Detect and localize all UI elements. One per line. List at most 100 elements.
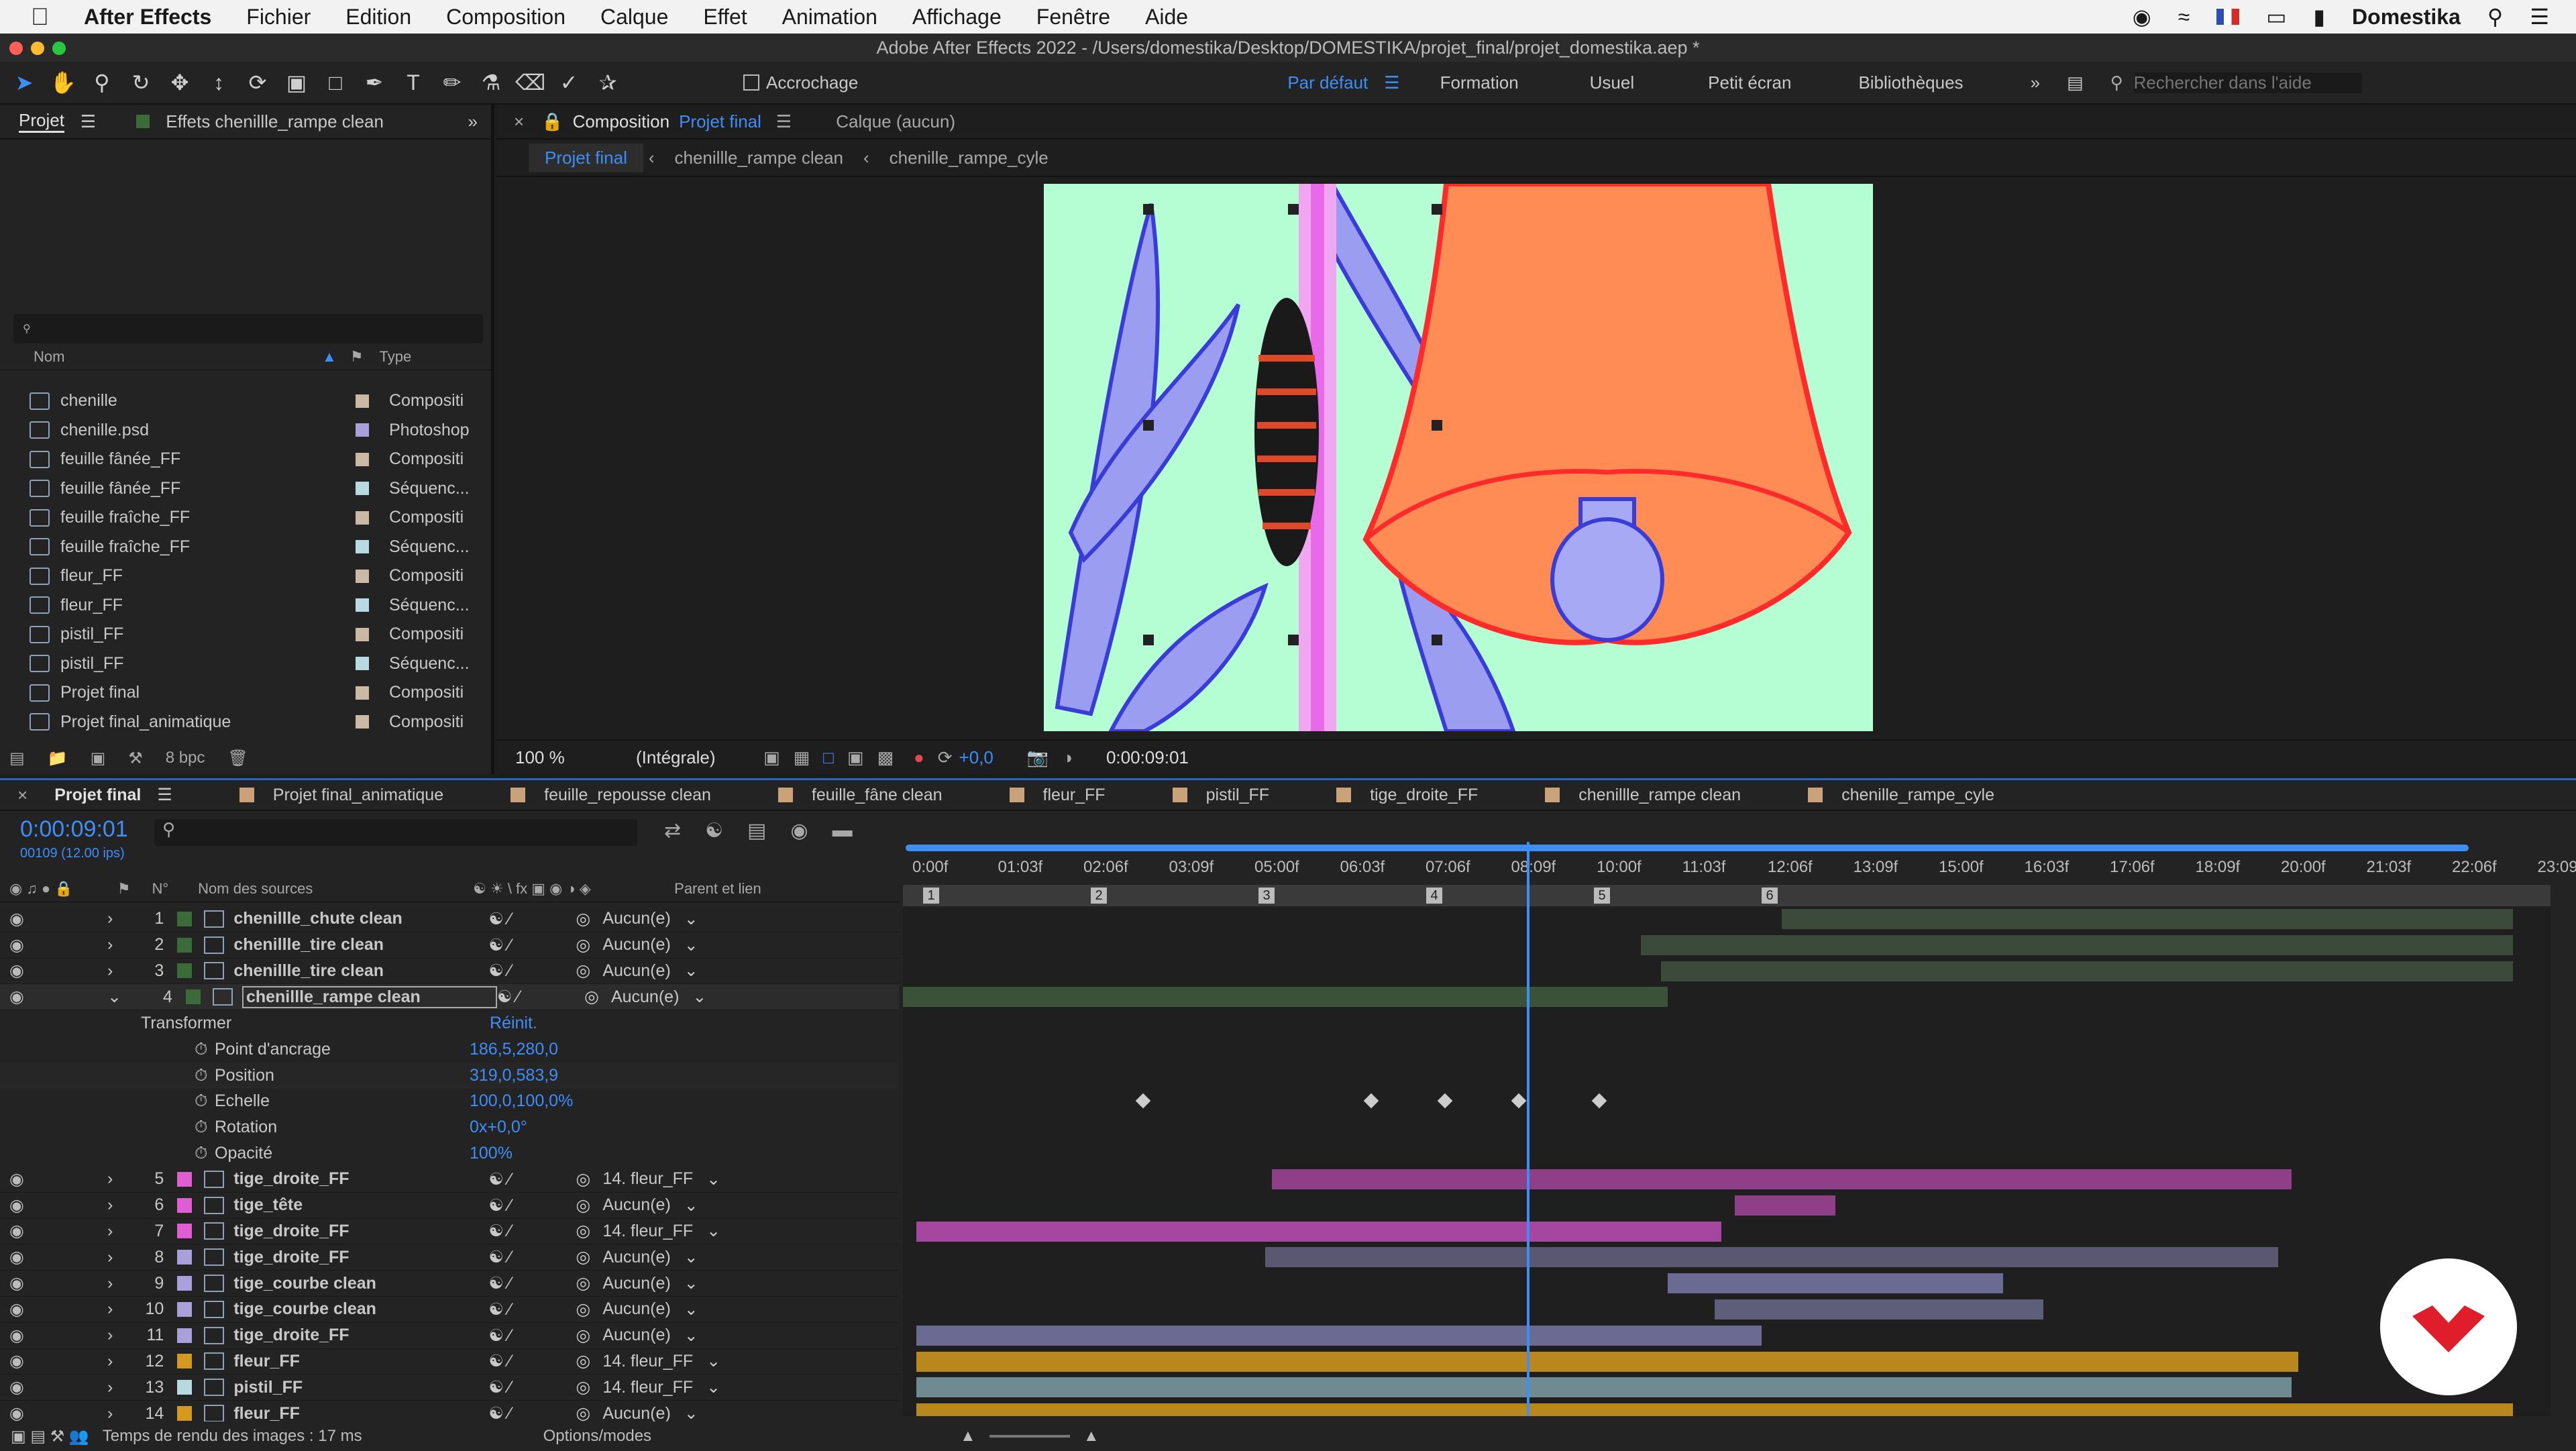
- col-number[interactable]: N°: [152, 880, 168, 898]
- chevron-down-icon[interactable]: ⌄: [684, 1326, 698, 1346]
- timeline-tab[interactable]: Projet final☰: [54, 785, 172, 805]
- property-value[interactable]: 319,0,583,9: [470, 1066, 558, 1085]
- layer-name[interactable]: tige_droite_FF: [233, 1169, 488, 1189]
- layer-duration-bar[interactable]: [916, 1326, 1762, 1346]
- layer-switches[interactable]: ☯ ⁄: [488, 1169, 576, 1189]
- label-swatch[interactable]: [356, 570, 369, 583]
- orbit-camera-tool-icon[interactable]: ↻: [126, 68, 156, 97]
- keyframe-diamond[interactable]: [1364, 1093, 1379, 1108]
- label-swatch[interactable]: [356, 453, 369, 466]
- reset-transform[interactable]: Réinit.: [490, 1014, 537, 1033]
- label-swatch[interactable]: [356, 715, 369, 729]
- layer-row[interactable]: ◉›1chenillle_chute clean☯ ⁄◎Aucun(e)⌄: [0, 906, 899, 932]
- work-area-bar[interactable]: [903, 842, 2551, 851]
- lock-icon[interactable]: 🔒: [541, 111, 563, 132]
- layer-row[interactable]: ◉›5tige_droite_FF☯ ⁄◎14. fleur_FF⌄: [0, 1167, 899, 1193]
- layer-name[interactable]: tige_courbe clean: [233, 1299, 488, 1319]
- minimize-window-button[interactable]: [31, 42, 44, 55]
- expand-chevron-icon[interactable]: ›: [107, 961, 113, 981]
- layer-name[interactable]: fleur_FF: [233, 1404, 488, 1423]
- visibility-eye-icon[interactable]: ◉: [9, 1351, 27, 1371]
- menubar-user[interactable]: Domestika: [2352, 5, 2461, 30]
- property-value[interactable]: 100,0,100,0%: [470, 1091, 573, 1111]
- timeline-tab[interactable]: fleur_FF: [1010, 786, 1106, 805]
- layer-parent[interactable]: Aucun(e): [602, 1248, 670, 1267]
- transform-label[interactable]: Transformer: [141, 1014, 490, 1033]
- apple-icon[interactable]: : [31, 3, 49, 31]
- project-search[interactable]: ⚲: [13, 314, 483, 343]
- layer-name[interactable]: chenillle_chute clean: [233, 909, 488, 928]
- av-switches-icon[interactable]: ◉ ♫ ● 🔒: [9, 880, 73, 898]
- label-swatch[interactable]: [356, 686, 369, 700]
- breadcrumb-rampe-clean[interactable]: chenillle_rampe clean: [675, 148, 843, 168]
- project-item[interactable]: chenille.psdPhotoshop: [0, 416, 491, 445]
- transform-property[interactable]: ⏱Position319,0,583,9: [0, 1063, 899, 1089]
- layer-parent[interactable]: Aucun(e): [602, 1404, 670, 1423]
- trash-icon[interactable]: 🗑: [228, 749, 248, 768]
- transparency-grid-icon[interactable]: ▦: [794, 747, 810, 768]
- layer-switches[interactable]: ☯ ⁄: [488, 909, 576, 929]
- layer-switches[interactable]: ☯ ⁄: [488, 1273, 576, 1293]
- keyframe-diamond[interactable]: [1511, 1093, 1527, 1108]
- layer-row[interactable]: ◉›8tige_droite_FF☯ ⁄◎Aucun(e)⌄: [0, 1244, 899, 1271]
- menu-calque[interactable]: Calque: [600, 5, 668, 30]
- chevron-down-icon[interactable]: ⌄: [706, 1351, 720, 1371]
- layer-tab[interactable]: Calque (aucun): [836, 111, 955, 132]
- pickwhip-icon[interactable]: ◎: [576, 1377, 602, 1397]
- layer-switches[interactable]: ☯ ⁄: [497, 987, 584, 1007]
- layer-label-swatch[interactable]: [177, 938, 192, 953]
- project-tab-menu-icon[interactable]: ☰: [80, 111, 96, 132]
- clone-stamp-tool-icon[interactable]: ⚗: [476, 68, 506, 97]
- comp-flowchart-icon[interactable]: ⇄: [664, 819, 681, 843]
- pickwhip-icon[interactable]: ◎: [576, 909, 602, 929]
- breadcrumb-rampe-cycle[interactable]: chenille_rampe_cyle: [890, 148, 1049, 168]
- puppet-tool-icon[interactable]: ✰: [593, 68, 623, 97]
- expand-chevron-icon[interactable]: ›: [107, 1195, 113, 1215]
- layer-parent[interactable]: Aucun(e): [602, 1326, 670, 1345]
- timeline-tab[interactable]: pistil_FF: [1173, 786, 1269, 805]
- new-comp-icon[interactable]: ▣: [91, 749, 106, 768]
- rectangle-tool-icon[interactable]: □: [321, 68, 350, 97]
- menu-animation[interactable]: Animation: [782, 5, 877, 30]
- comp-marker[interactable]: 2: [1091, 888, 1107, 904]
- layer-tracks[interactable]: [903, 906, 2551, 1416]
- timeline-zoom-slider[interactable]: [989, 1435, 1070, 1438]
- pickwhip-icon[interactable]: ◎: [576, 1221, 602, 1241]
- expand-chevron-icon[interactable]: ›: [107, 1378, 113, 1397]
- visibility-eye-icon[interactable]: ◉: [9, 1247, 27, 1267]
- workspace-formation[interactable]: Formation: [1440, 72, 1519, 93]
- menu-aide[interactable]: Aide: [1145, 5, 1188, 30]
- project-item[interactable]: feuille fraîche_FFSéquenc...: [0, 533, 491, 562]
- visibility-eye-icon[interactable]: ◉: [9, 1221, 27, 1241]
- menu-affichage[interactable]: Affichage: [912, 5, 1002, 30]
- layer-name[interactable]: chenillle_rampe clean: [242, 986, 497, 1008]
- layer-switches[interactable]: ☯ ⁄: [488, 935, 576, 955]
- layer-name[interactable]: tige_droite_FF: [233, 1222, 488, 1241]
- options-modes-toggle[interactable]: Options/modes: [543, 1427, 651, 1446]
- layer-label-swatch[interactable]: [177, 963, 192, 978]
- motion-blur-icon[interactable]: ◉: [790, 819, 808, 843]
- layer-parent[interactable]: Aucun(e): [611, 987, 679, 1007]
- comp-marker[interactable]: 1: [923, 888, 939, 904]
- current-time-display[interactable]: 0:00:09:01: [20, 816, 128, 843]
- label-swatch[interactable]: [356, 657, 369, 670]
- layer-switches[interactable]: ☯ ⁄: [488, 1221, 576, 1241]
- col-header-name[interactable]: Nom: [34, 348, 322, 366]
- workspace-bibliotheques[interactable]: Bibliothèques: [1858, 72, 1963, 93]
- chevron-down-icon[interactable]: ⌄: [684, 1403, 698, 1423]
- expand-chevron-icon[interactable]: ›: [107, 935, 113, 955]
- help-search[interactable]: ⚲: [2110, 72, 2362, 93]
- chevron-down-icon[interactable]: ⌄: [684, 909, 698, 929]
- visibility-eye-icon[interactable]: ◉: [9, 961, 27, 981]
- dolly-camera-tool-icon[interactable]: ↕: [204, 68, 233, 97]
- pan-behind-tool-icon[interactable]: ▣: [282, 68, 311, 97]
- layer-switches[interactable]: ☯ ⁄: [488, 1195, 576, 1216]
- pickwhip-icon[interactable]: ◎: [576, 1247, 602, 1267]
- menu-composition[interactable]: Composition: [446, 5, 566, 30]
- comp-marker[interactable]: 3: [1258, 888, 1275, 904]
- bit-depth[interactable]: 8 bpc: [166, 749, 205, 767]
- tab-effects[interactable]: Effets chenillle_rampe clean: [166, 111, 384, 132]
- expand-chevron-icon[interactable]: ›: [107, 1248, 113, 1267]
- chevron-down-icon[interactable]: ⌄: [684, 935, 698, 955]
- render-status-icons[interactable]: ▣ ▤ ⚒ 👥: [11, 1427, 89, 1446]
